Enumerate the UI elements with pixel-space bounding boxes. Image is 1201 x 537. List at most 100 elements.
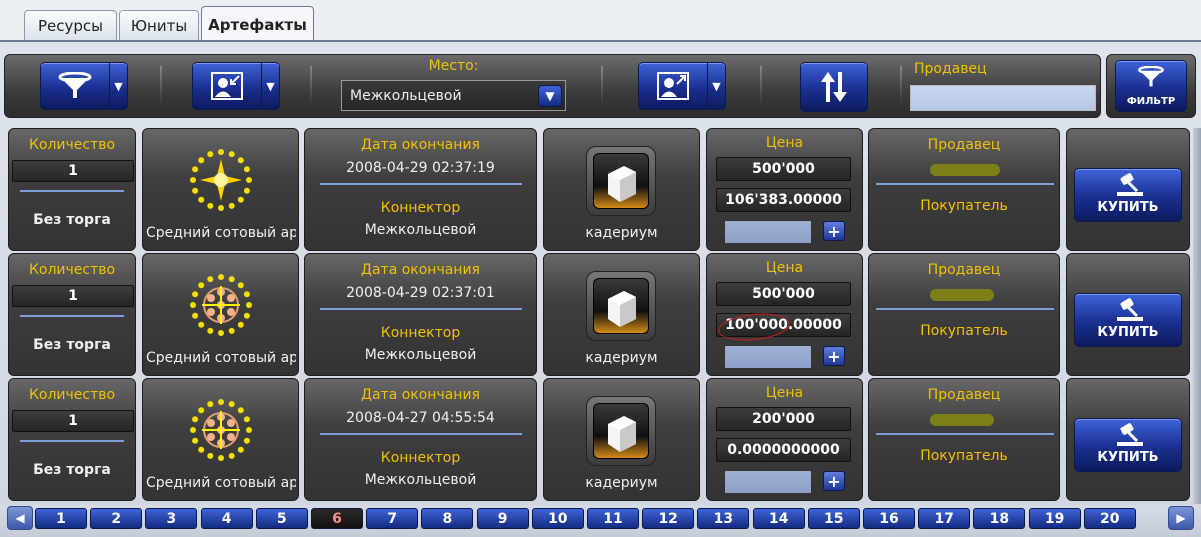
tab-artifacts[interactable]: Артефакты [201,6,314,42]
page-button[interactable]: 7 [366,508,419,529]
trade-type: Без торга [33,462,111,478]
seller-filter-label: Продавец [914,61,987,77]
add-bid-button[interactable]: + [823,471,845,491]
artifact-name: Средний сотовый арт [146,350,296,366]
page-button[interactable]: 12 [642,508,695,529]
buyout-price: 500'000 [716,157,851,181]
buy-button-label: КУПИТЬ [1097,200,1159,215]
funnel-icon [41,63,109,109]
quantity-label: Количество [28,137,116,153]
resource-name: кадериум [585,225,658,241]
place-select[interactable]: Межкольцевой ▼ [341,80,566,111]
toolbar-separator [601,66,603,106]
artifact-name: Средний сотовый арт [146,475,296,491]
chevron-left-icon: ◀ [15,511,25,525]
end-date-label: Дата окончания [361,387,480,403]
page-button[interactable]: 4 [200,508,253,529]
user-in-dropdown-button[interactable]: ▼ [192,62,280,110]
cube-icon [586,396,656,466]
filter-button-label: ФИЛЬТР [1126,96,1176,107]
quantity-value: 1 [12,410,134,432]
quantity-value: 1 [12,160,134,182]
toolbar-separator [310,66,312,106]
quantity-label: Количество [28,387,116,403]
buy-button-label: КУПИТЬ [1097,325,1159,340]
page-button[interactable]: 13 [697,508,750,529]
bid-input[interactable] [724,220,812,244]
end-date-value: 2008-04-27 04:55:54 [346,410,495,426]
price-label: Цена [765,260,804,276]
buy-button-label: КУПИТЬ [1097,450,1159,465]
funnel-icon [1116,61,1186,93]
end-date-label: Дата окончания [361,137,480,153]
sort-button[interactable] [800,62,868,112]
page-button[interactable]: 10 [531,508,584,529]
divider [20,315,124,317]
gavel-icon [1115,423,1145,451]
page-button[interactable]: 3 [145,508,198,529]
user-arrow-in-icon [193,63,261,109]
divider [876,433,1054,435]
buy-button[interactable]: КУПИТЬ [1074,418,1182,472]
buy-button[interactable]: КУПИТЬ [1074,293,1182,347]
page-button[interactable]: 1 [35,508,87,529]
page-button[interactable]: 14 [752,508,805,529]
buyer-label: Покупатель [920,323,1008,339]
price-label: Цена [765,135,804,151]
page-button[interactable]: 2 [90,508,143,529]
page-button[interactable]: 9 [476,508,529,529]
seller-label: Продавец [927,262,1001,278]
page-button[interactable]: 17 [918,508,971,529]
chevron-down-icon: ▼ [538,85,562,107]
buy-button[interactable]: КУПИТЬ [1074,168,1182,222]
page-button[interactable]: 11 [587,508,639,529]
buyer-label: Покупатель [920,198,1008,214]
plus-icon: + [827,221,841,241]
buyout-price: 500'000 [716,282,851,306]
page-button[interactable]: 19 [1028,508,1081,529]
user-out-dropdown-button[interactable]: ▼ [638,62,726,110]
bid-input[interactable] [724,345,812,369]
current-bid: 0.0000000000 [716,438,851,462]
plus-icon: + [827,346,841,366]
page-button[interactable]: 16 [863,508,915,529]
cube-icon [586,271,656,341]
page-button[interactable]: 20 [1083,508,1136,529]
tab-units[interactable]: Юниты [119,10,199,40]
divider [20,440,124,442]
page-button[interactable]: 15 [807,508,860,529]
seller-name-redacted [930,164,1000,176]
current-bid: 106'383.00000 [716,188,851,212]
page-button[interactable]: 5 [255,508,308,529]
page-button[interactable]: 6 [311,508,363,529]
buyout-price: 200'000 [716,407,851,431]
trade-type: Без торга [33,212,111,228]
tab-resources[interactable]: Ресурсы [24,10,117,40]
page-next-button[interactable]: ▶ [1168,506,1194,530]
scrollbar[interactable] [1193,128,1201,504]
cube-icon [586,146,656,216]
seller-label: Продавец [927,387,1001,403]
add-bid-button[interactable]: + [823,221,845,241]
quantity-label: Количество [28,262,116,278]
sort-arrows-icon [801,63,867,111]
add-bid-button[interactable]: + [823,346,845,366]
toolbar-separator [760,66,762,106]
seller-name-redacted [930,414,994,426]
price-label: Цена [765,385,804,401]
seller-input[interactable] [910,85,1096,111]
artifact-name: Средний сотовый арт [146,225,296,241]
connector-label: Коннектор [380,450,461,466]
buyer-label: Покупатель [920,448,1008,464]
filter-apply-button[interactable]: ФИЛЬТР [1115,60,1187,112]
page-button[interactable]: 18 [973,508,1026,529]
toolbar-separator [160,66,162,106]
chevron-down-icon: ▼ [707,63,725,109]
page-button[interactable]: 8 [421,508,474,529]
bid-input[interactable] [724,470,812,494]
plus-icon: + [827,471,841,491]
filter-dropdown-button[interactable]: ▼ [40,62,128,110]
chevron-down-icon: ▼ [109,63,127,109]
page-prev-button[interactable]: ◀ [7,506,33,530]
connector-label: Коннектор [380,325,461,341]
